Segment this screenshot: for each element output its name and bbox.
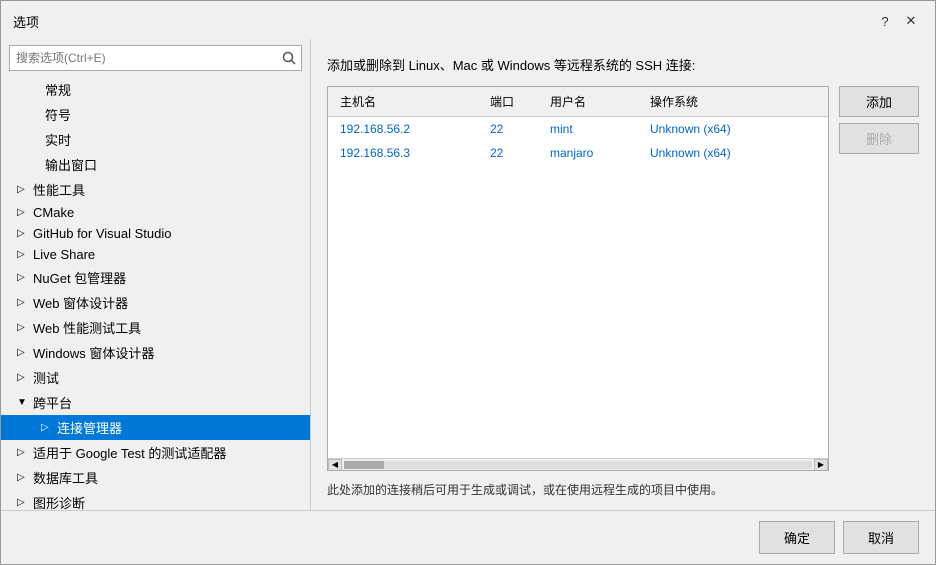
col-hostname: 主机名 (328, 91, 478, 112)
cancel-button[interactable]: 取消 (843, 521, 919, 554)
dialog-footer: 确定 取消 (1, 510, 935, 564)
tree-arrow-nuget: ▷ (17, 272, 29, 283)
add-button[interactable]: 添加 (839, 86, 919, 117)
tree-item-crossplatform[interactable]: ▼ 跨平台 (1, 390, 310, 415)
col-os: 操作系统 (638, 91, 828, 112)
tree-arrow-graph: ▷ (17, 497, 29, 508)
tree-arrow-connmgr: ▷ (41, 422, 53, 433)
tree-label-github: GitHub for Visual Studio (33, 226, 172, 241)
tree-label-crossplatform: 跨平台 (33, 393, 72, 412)
tree-arrow-webperf: ▷ (17, 322, 29, 333)
cell-username-0: mint (538, 120, 638, 138)
tree-item-googletest[interactable]: ▷ 适用于 Google Test 的测试适配器 (1, 440, 310, 465)
scroll-right-arrow[interactable]: ▶ (814, 459, 828, 471)
tree-label-dbtool: 数据库工具 (33, 468, 98, 487)
cell-os-0: Unknown (x64) (638, 120, 828, 138)
options-dialog: 选项 ? ✕ 常规符号实时输出窗口 ▷ 性能工具 ▷ CMake ▷ GitHub for … (0, 0, 936, 565)
tree-label-nuget: NuGet 包管理器 (33, 268, 126, 287)
search-input[interactable] (10, 47, 277, 69)
tree-label-liveshare: Live Share (33, 247, 95, 262)
tree-arrow-test: ▷ (17, 372, 29, 383)
table-scrollbar: ◀ ▶ (328, 458, 828, 470)
cell-hostname-0: 192.168.56.2 (328, 120, 478, 138)
tree-arrow-cmake: ▷ (17, 207, 29, 218)
cell-port-0: 22 (478, 120, 538, 138)
tree-item-webperf[interactable]: ▷ Web 性能测试工具 (1, 315, 310, 340)
tree-label-graph: 图形诊断 (33, 493, 85, 510)
tree-item-graph[interactable]: ▷ 图形诊断 (1, 490, 310, 510)
connections-table: 主机名 端口 用户名 操作系统 192.168.56.222mintUnknow… (327, 86, 829, 471)
table-body: 192.168.56.222mintUnknown (x64)192.168.5… (328, 117, 828, 458)
tree-item-connmgr[interactable]: ▷ 连接管理器 (1, 415, 310, 440)
tree-label-webdesigner: Web 窗体设计器 (33, 293, 128, 312)
tree-item-cmake[interactable]: ▷ CMake (1, 202, 310, 223)
tree-item-github[interactable]: ▷ GitHub for Visual Studio (1, 223, 310, 244)
tree-item-dbtool[interactable]: ▷ 数据库工具 (1, 465, 310, 490)
table-row[interactable]: 192.168.56.222mintUnknown (x64) (328, 117, 828, 141)
tree-item-perf[interactable]: ▷ 性能工具 (1, 177, 310, 202)
table-row[interactable]: 192.168.56.322manjaroUnknown (x64) (328, 141, 828, 165)
tree-container: 常规符号实时输出窗口 ▷ 性能工具 ▷ CMake ▷ GitHub for Visual … (1, 77, 310, 510)
help-button[interactable]: ? (873, 9, 897, 33)
tree-arrow-googletest: ▷ (17, 447, 29, 458)
search-icon[interactable] (277, 46, 301, 70)
cell-hostname-1: 192.168.56.3 (328, 144, 478, 162)
cell-username-1: manjaro (538, 144, 638, 162)
tree-label-symbols: 符号 (45, 105, 71, 124)
tree-item-nuget[interactable]: ▷ NuGet 包管理器 (1, 265, 310, 290)
dialog-body: 常规符号实时输出窗口 ▷ 性能工具 ▷ CMake ▷ GitHub for Visual … (1, 39, 935, 510)
cell-port-1: 22 (478, 144, 538, 162)
tree-label-webperf: Web 性能测试工具 (33, 318, 141, 337)
tree-label-winforms: Windows 窗体设计器 (33, 343, 154, 362)
tree-arrow-crossplatform: ▼ (17, 397, 29, 408)
tree-label-realtime: 实时 (45, 130, 71, 149)
tree-arrow-webdesigner: ▷ (17, 297, 29, 308)
right-description: 添加或删除到 Linux、Mac 或 Windows 等远程系统的 SSH 连接… (327, 55, 919, 74)
tree-arrow-liveshare: ▷ (17, 249, 29, 260)
tree-item-realtime[interactable]: 实时 (1, 127, 310, 152)
search-box (9, 45, 302, 71)
action-buttons: 添加 删除 (839, 86, 919, 471)
bottom-note: 此处添加的连接稍后可用于生成或调试，或在使用远程生成的项目中使用。 (327, 481, 919, 498)
tree-item-symbols[interactable]: 符号 (1, 102, 310, 127)
scroll-thumb (344, 461, 384, 469)
tree-item-output[interactable]: 输出窗口 (1, 152, 310, 177)
right-panel: 添加或删除到 Linux、Mac 或 Windows 等远程系统的 SSH 连接… (311, 39, 935, 510)
col-port: 端口 (478, 91, 538, 112)
tree-label-general: 常规 (45, 80, 71, 99)
col-username: 用户名 (538, 91, 638, 112)
tree-label-test: 测试 (33, 368, 59, 387)
tree-label-output: 输出窗口 (45, 155, 97, 174)
tree-arrow-dbtool: ▷ (17, 472, 29, 483)
tree-item-liveshare[interactable]: ▷ Live Share (1, 244, 310, 265)
tree-item-general[interactable]: 常规 (1, 77, 310, 102)
tree-item-test[interactable]: ▷ 测试 (1, 365, 310, 390)
tree-arrow-perf: ▷ (17, 184, 29, 195)
close-button[interactable]: ✕ (899, 9, 923, 33)
scroll-track (344, 461, 812, 469)
cell-os-1: Unknown (x64) (638, 144, 828, 162)
title-controls: ? ✕ (873, 9, 923, 33)
title-bar: 选项 ? ✕ (1, 1, 935, 39)
tree-label-googletest: 适用于 Google Test 的测试适配器 (33, 443, 226, 462)
tree-arrow-winforms: ▷ (17, 347, 29, 358)
delete-button[interactable]: 删除 (839, 123, 919, 154)
tree-label-connmgr: 连接管理器 (57, 418, 122, 437)
table-header: 主机名 端口 用户名 操作系统 (328, 87, 828, 117)
tree-label-cmake: CMake (33, 205, 74, 220)
scroll-left-arrow[interactable]: ◀ (328, 459, 342, 471)
tree-item-winforms[interactable]: ▷ Windows 窗体设计器 (1, 340, 310, 365)
dialog-title: 选项 (13, 12, 39, 31)
tree-label-perf: 性能工具 (33, 180, 85, 199)
tree-item-webdesigner[interactable]: ▷ Web 窗体设计器 (1, 290, 310, 315)
tree-arrow-github: ▷ (17, 228, 29, 239)
left-panel: 常规符号实时输出窗口 ▷ 性能工具 ▷ CMake ▷ GitHub for Visual … (1, 39, 311, 510)
content-area: 主机名 端口 用户名 操作系统 192.168.56.222mintUnknow… (327, 86, 919, 471)
confirm-button[interactable]: 确定 (759, 521, 835, 554)
